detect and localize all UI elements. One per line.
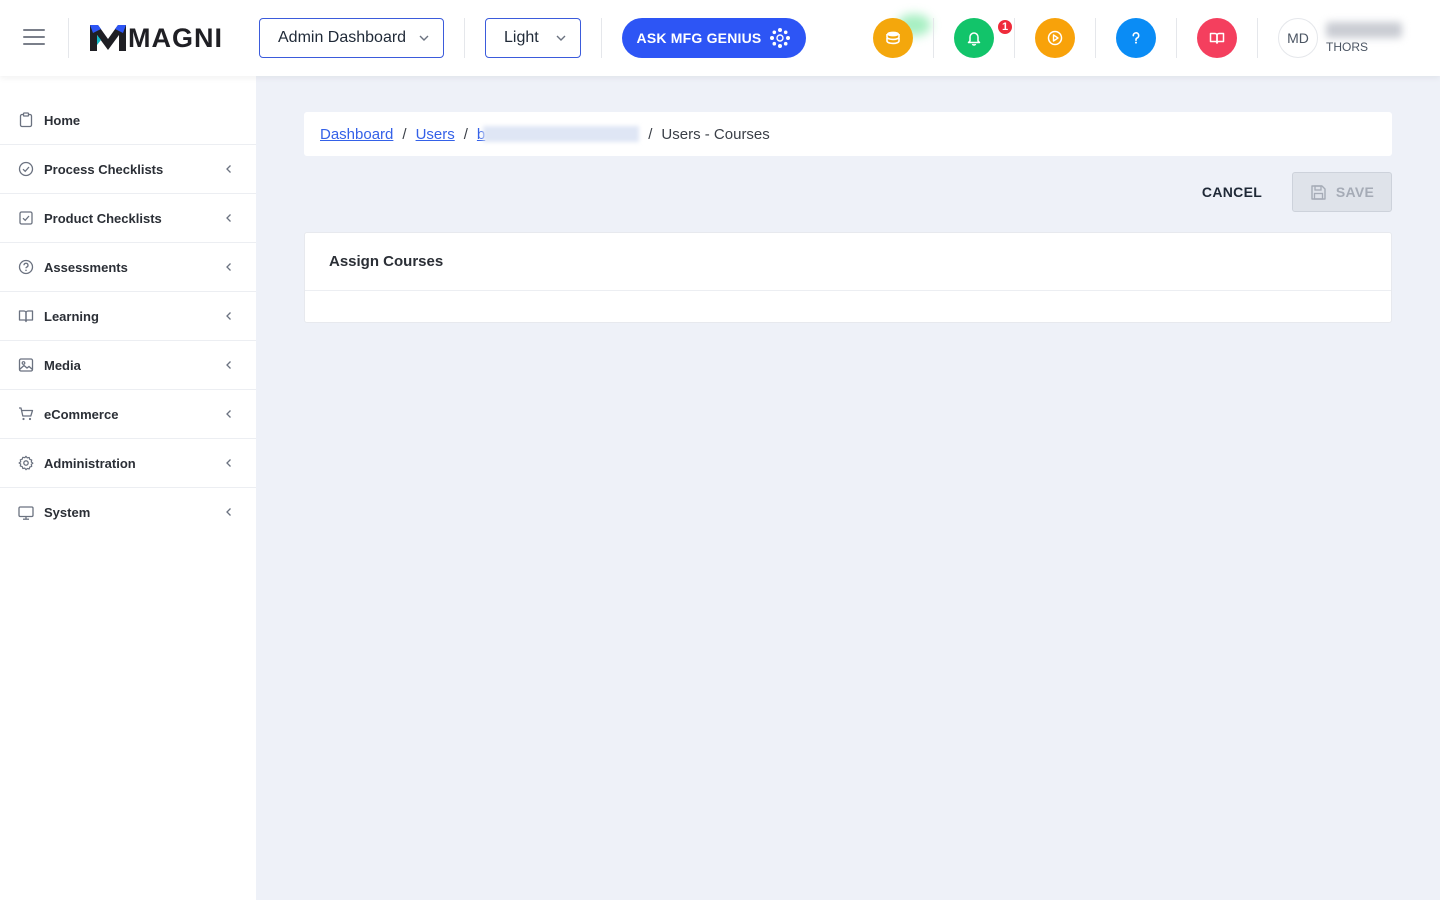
monitor-icon bbox=[18, 505, 34, 521]
logo-text: MAGNI bbox=[128, 22, 223, 53]
header-divider bbox=[464, 18, 465, 58]
sidebar-item-media[interactable]: Media bbox=[0, 341, 256, 390]
floppy-disk-icon bbox=[1311, 184, 1326, 200]
breadcrumb: Dashboard / Users / b / Users - Courses bbox=[304, 112, 1392, 156]
sidebar-item-administration[interactable]: Administration bbox=[0, 439, 256, 488]
breadcrumb-current: Users - Courses bbox=[661, 125, 770, 143]
check-square-icon bbox=[18, 210, 34, 226]
assign-courses-card: Assign Courses bbox=[304, 232, 1392, 323]
cancel-button[interactable]: CANCEL bbox=[1180, 172, 1284, 212]
chevron-down-icon bbox=[556, 35, 566, 41]
header-divider bbox=[68, 18, 69, 58]
book-open-icon bbox=[1209, 32, 1225, 44]
sidebar-item-learning[interactable]: Learning bbox=[0, 292, 256, 341]
help-circle-icon bbox=[18, 259, 34, 275]
breadcrumb-separator: / bbox=[463, 125, 468, 143]
sidebar-item-label: eCommerce bbox=[44, 406, 119, 422]
sidebar-item-label: Media bbox=[44, 357, 81, 373]
breadcrumb-link-dashboard[interactable]: Dashboard bbox=[320, 126, 393, 143]
sidebar-item-system[interactable]: System bbox=[0, 488, 256, 537]
book-open-icon bbox=[18, 308, 34, 324]
save-button[interactable]: SAVE bbox=[1292, 172, 1392, 212]
ask-mfg-genius-button[interactable]: ASK MFG GENIUS bbox=[622, 18, 806, 58]
dashboard-select[interactable]: Admin Dashboard bbox=[259, 18, 444, 58]
cart-icon bbox=[18, 406, 34, 422]
notification-count-badge: 1 bbox=[996, 18, 1014, 36]
chevron-left-icon bbox=[226, 165, 231, 173]
clipboard-icon bbox=[18, 112, 34, 128]
coins-button[interactable] bbox=[873, 18, 913, 58]
check-circle-icon bbox=[18, 161, 34, 177]
form-actions: CANCEL SAVE bbox=[1180, 172, 1392, 212]
gear-icon bbox=[18, 455, 34, 471]
top-header: MAGNI Admin Dashboard Light ASK MFG GENI… bbox=[0, 0, 1440, 76]
notifications-button[interactable] bbox=[954, 18, 994, 58]
sidebar-item-home[interactable]: Home bbox=[0, 96, 256, 145]
breadcrumb-separator: / bbox=[648, 125, 653, 143]
card-divider bbox=[305, 290, 1391, 291]
sidebar-item-label: Administration bbox=[44, 455, 136, 471]
guide-book-button[interactable] bbox=[1197, 18, 1237, 58]
sidebar-item-label: Assessments bbox=[44, 259, 128, 275]
sidebar-item-product-checklists[interactable]: Product Checklists bbox=[0, 194, 256, 243]
theme-select-value: Light bbox=[504, 29, 539, 46]
magni-logo-icon bbox=[90, 25, 126, 51]
save-button-label: SAVE bbox=[1335, 184, 1375, 200]
sparkle-icon bbox=[770, 28, 791, 48]
sidebar-item-label: Product Checklists bbox=[44, 210, 162, 226]
bell-icon bbox=[967, 32, 981, 46]
breadcrumb-link-users[interactable]: Users bbox=[416, 126, 455, 143]
header-divider bbox=[1257, 18, 1258, 58]
dashboard-select-value: Admin Dashboard bbox=[278, 29, 407, 46]
sidebar-item-label: Process Checklists bbox=[44, 161, 164, 177]
play-circle-icon bbox=[1047, 30, 1063, 46]
magni-logo[interactable]: MAGNI bbox=[90, 22, 223, 54]
user-name-redacted bbox=[1326, 22, 1402, 38]
chevron-left-icon bbox=[226, 508, 231, 516]
sidebar: Home Process Checklists Product Checklis… bbox=[0, 76, 256, 900]
chevron-left-icon bbox=[226, 459, 231, 467]
breadcrumb-user-redacted bbox=[483, 126, 640, 142]
sidebar-item-label: Home bbox=[44, 112, 81, 128]
play-button[interactable] bbox=[1035, 18, 1075, 58]
header-divider bbox=[1176, 18, 1177, 58]
question-mark-icon bbox=[1132, 32, 1140, 44]
header-divider bbox=[1095, 18, 1096, 58]
sidebar-item-label: Learning bbox=[44, 308, 99, 324]
chevron-left-icon bbox=[226, 312, 231, 320]
ask-mfg-genius-label: ASK MFG GENIUS bbox=[636, 30, 762, 46]
assign-courses-title: Assign Courses bbox=[329, 253, 444, 270]
image-icon bbox=[18, 357, 34, 373]
header-divider bbox=[1014, 18, 1015, 58]
sidebar-item-ecommerce[interactable]: eCommerce bbox=[0, 390, 256, 439]
chevron-left-icon bbox=[226, 214, 231, 222]
sidebar-item-label: System bbox=[44, 505, 91, 520]
chevron-down-icon bbox=[419, 35, 429, 41]
sidebar-item-process-checklists[interactable]: Process Checklists bbox=[0, 145, 256, 194]
header-divider bbox=[601, 18, 602, 58]
menu-toggle-icon[interactable] bbox=[23, 29, 45, 47]
header-divider bbox=[933, 18, 934, 58]
user-avatar[interactable]: MD bbox=[1278, 18, 1318, 58]
theme-select[interactable]: Light bbox=[485, 18, 581, 58]
user-organization: THORS bbox=[1326, 40, 1368, 54]
chevron-left-icon bbox=[226, 410, 231, 418]
chevron-left-icon bbox=[226, 263, 231, 271]
help-button[interactable] bbox=[1116, 18, 1156, 58]
chevron-left-icon bbox=[226, 361, 231, 369]
breadcrumb-separator: / bbox=[402, 125, 407, 143]
coins-icon bbox=[886, 31, 900, 45]
sidebar-item-assessments[interactable]: Assessments bbox=[0, 243, 256, 292]
